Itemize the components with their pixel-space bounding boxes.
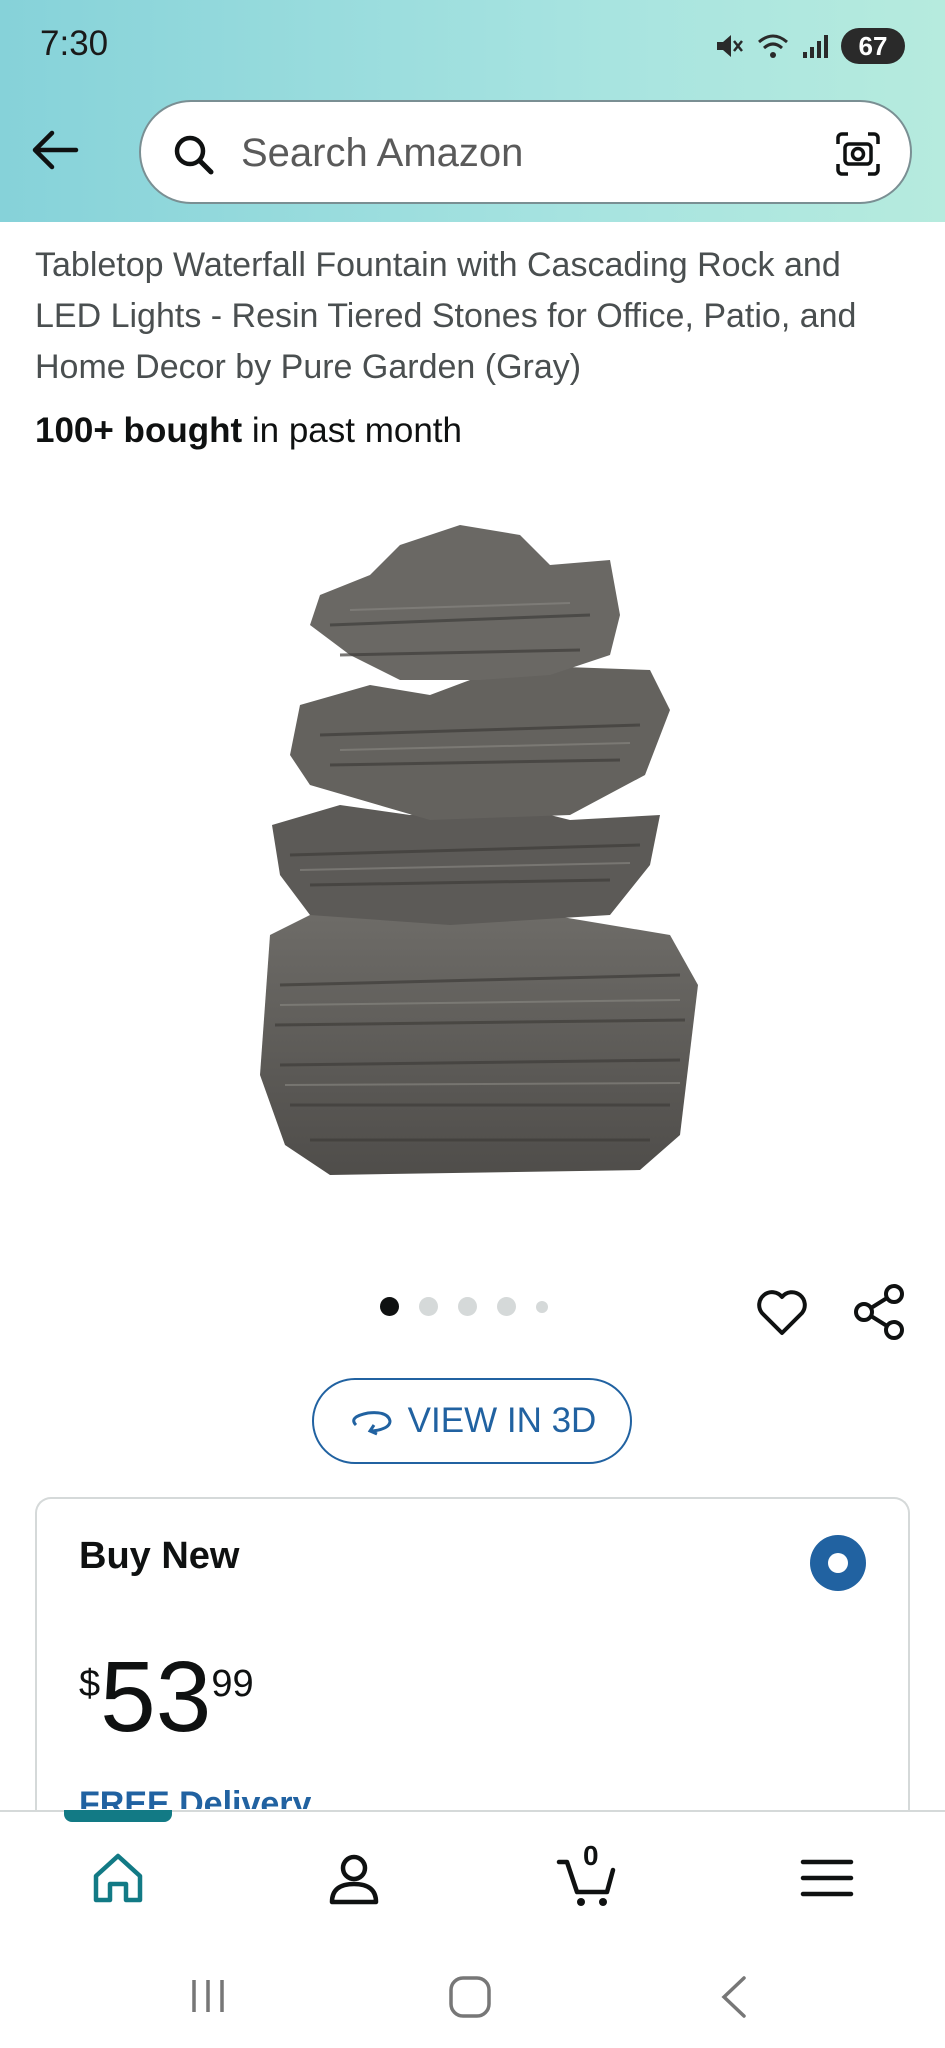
bought-count: 100+ bought in past month	[35, 411, 462, 451]
carousel-dot-2[interactable]	[419, 1297, 438, 1316]
search-input[interactable]	[241, 124, 801, 182]
system-back-icon[interactable]	[716, 1974, 752, 2020]
bought-count-bold: 100+ bought	[35, 411, 243, 450]
share-icon[interactable]	[852, 1282, 908, 1342]
bottom-nav: 0	[0, 1810, 945, 1942]
price: $ 53 99	[79, 1647, 254, 1747]
price-fraction: 99	[211, 1663, 254, 1705]
battery-indicator: 67	[841, 28, 905, 64]
price-symbol: $	[79, 1663, 101, 1705]
header: 7:30 67	[0, 0, 945, 222]
heart-icon[interactable]	[754, 1285, 810, 1341]
buy-new-card[interactable]: Buy New $ 53 99 FREE Delivery	[35, 1497, 910, 1817]
free-delivery-text[interactable]: FREE Delivery	[79, 1789, 311, 1809]
image-carousel-dots	[380, 1297, 548, 1316]
cart-button[interactable]: 0	[555, 1840, 619, 1910]
rotate-3d-icon	[351, 1411, 392, 1436]
product-title[interactable]: Tabletop Waterfall Fountain with Cascadi…	[35, 240, 915, 393]
status-time: 7:30	[40, 24, 109, 63]
search-bar[interactable]	[139, 100, 912, 204]
carousel-dot-3[interactable]	[458, 1297, 477, 1316]
buy-new-title: Buy New	[79, 1535, 240, 1577]
mute-icon	[717, 35, 743, 57]
price-whole: 53	[100, 1641, 212, 1753]
carousel-dot-5[interactable]	[536, 1300, 548, 1313]
home-button-icon[interactable]	[447, 1974, 493, 2020]
product-image[interactable]	[250, 515, 710, 1185]
bought-count-rest: in past month	[242, 411, 462, 450]
account-icon[interactable]	[322, 1846, 386, 1910]
menu-icon[interactable]	[795, 1846, 859, 1910]
view-in-3d-label: VIEW IN 3D	[407, 1401, 597, 1440]
recent-apps-icon[interactable]	[186, 1974, 230, 2018]
home-icon[interactable]	[86, 1846, 150, 1910]
back-arrow-icon[interactable]	[26, 120, 86, 180]
view-in-3d-button[interactable]: VIEW IN 3D	[312, 1378, 632, 1464]
signal-icon	[803, 35, 828, 58]
system-nav-bar	[0, 1940, 945, 2048]
carousel-dot-1[interactable]	[380, 1297, 399, 1316]
buy-new-radio[interactable]	[810, 1535, 866, 1591]
cart-count: 0	[583, 1840, 599, 1871]
nav-active-indicator	[64, 1810, 172, 1822]
search-icon	[174, 135, 214, 175]
radio-dot	[828, 1553, 848, 1573]
wifi-icon	[758, 34, 788, 58]
carousel-dot-4[interactable]	[497, 1297, 516, 1316]
status-icons: 67	[713, 26, 905, 66]
camera-scan-icon[interactable]	[834, 130, 882, 178]
